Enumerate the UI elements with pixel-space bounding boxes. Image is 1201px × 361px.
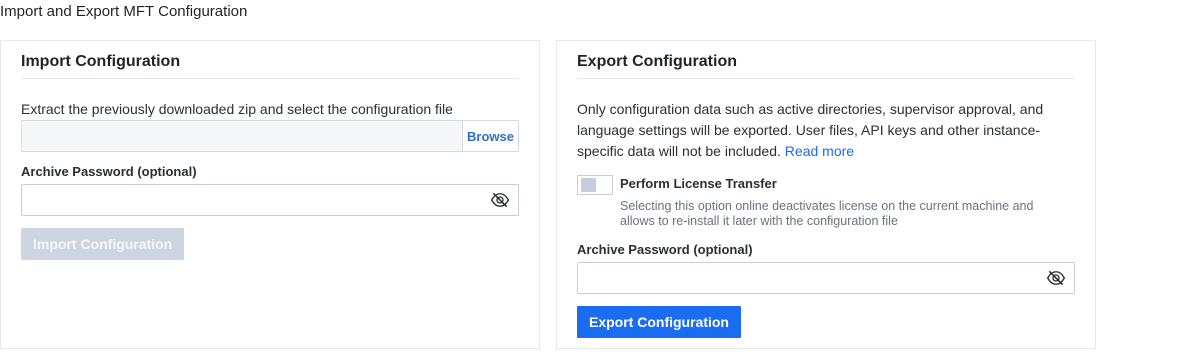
export-description: Only configuration data such as active d… xyxy=(577,99,1077,162)
import-password-input[interactable] xyxy=(21,184,519,216)
license-transfer-label: Perform License Transfer xyxy=(620,176,777,191)
export-password-input[interactable] xyxy=(577,262,1075,294)
export-description-tail: specific data will not be included. xyxy=(577,143,781,159)
browse-button[interactable]: Browse xyxy=(462,121,518,151)
export-panel: Export Configuration Only configuration … xyxy=(556,40,1096,349)
license-hint-line: Selecting this option online deactivates… xyxy=(620,199,1034,213)
license-transfer-toggle[interactable] xyxy=(577,175,613,195)
export-configuration-button[interactable]: Export Configuration xyxy=(577,306,741,338)
import-description: Extract the previously downloaded zip an… xyxy=(21,101,453,117)
license-hint-line: allows to re-install it later with the c… xyxy=(620,214,898,228)
export-divider xyxy=(577,78,1075,79)
page-title: Import and Export MFT Configuration xyxy=(0,3,248,20)
eye-slash-icon[interactable] xyxy=(490,191,510,209)
import-panel: Import Configuration Extract the previou… xyxy=(0,40,540,349)
export-description-line: specific data will not be included. Read… xyxy=(577,141,1077,162)
read-more-link[interactable]: Read more xyxy=(785,143,854,159)
toggle-knob xyxy=(581,178,596,192)
import-password-label: Archive Password (optional) xyxy=(21,164,197,179)
export-password-label: Archive Password (optional) xyxy=(577,242,753,257)
import-panel-title: Import Configuration xyxy=(21,53,181,70)
eye-slash-icon[interactable] xyxy=(1046,269,1066,287)
import-configuration-button[interactable]: Import Configuration xyxy=(21,228,185,260)
license-transfer-hint: Selecting this option online deactivates… xyxy=(620,199,1033,229)
export-description-line: Only configuration data such as active d… xyxy=(577,101,1044,117)
export-description-line: language settings will be exported. User… xyxy=(577,122,1041,138)
import-divider xyxy=(21,78,519,79)
config-file-input[interactable]: Browse xyxy=(21,120,519,152)
export-panel-title: Export Configuration xyxy=(577,53,737,70)
